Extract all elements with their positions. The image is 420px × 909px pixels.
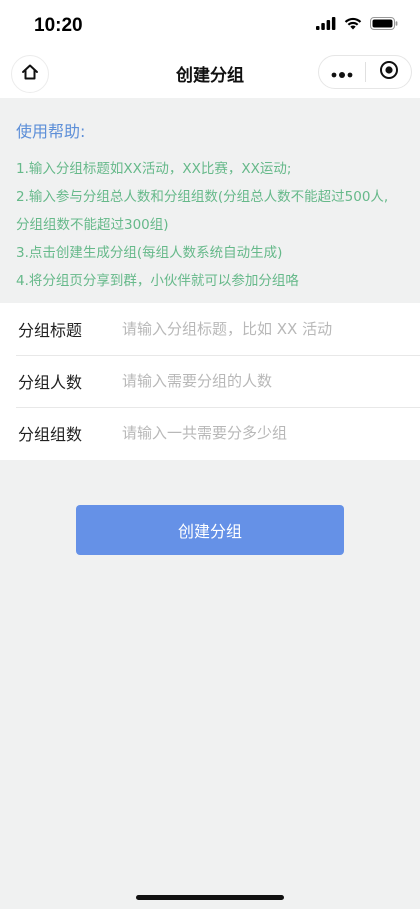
- wifi-icon: [344, 17, 362, 30]
- group-title-input[interactable]: [122, 314, 402, 344]
- form-row-title: 分组标题: [0, 303, 420, 355]
- nav-bar: 创建分组: [0, 50, 420, 98]
- group-count-input[interactable]: [122, 418, 402, 448]
- group-people-label: 分组人数: [18, 373, 83, 392]
- screen: 10:20 创建分组 使用帮助: 1.输入分组标题如XX活动，XX比赛，XX运动…: [0, 0, 420, 909]
- group-form: 分组标题 分组人数 分组组数: [0, 303, 420, 460]
- help-line: 分组组数不能超过300组): [16, 217, 169, 233]
- status-time: 10:20: [34, 15, 83, 36]
- status-bar: 10:20: [0, 0, 420, 50]
- home-indicator: [136, 895, 284, 900]
- help-section: 使用帮助: 1.输入分组标题如XX活动，XX比赛，XX运动; 2.输入参与分组总…: [16, 118, 411, 295]
- help-line: 4.将分组页分享到群，小伙伴就可以参加分组咯: [16, 273, 299, 289]
- create-group-button[interactable]: 创建分组: [76, 505, 344, 555]
- help-line: 1.输入分组标题如XX活动，XX比赛，XX运动;: [16, 161, 292, 177]
- mini-program-capsule: [318, 55, 412, 89]
- form-row-people: 分组人数: [0, 355, 420, 407]
- signal-icon: [316, 17, 336, 30]
- help-title: 使用帮助:: [16, 122, 86, 141]
- more-icon: [331, 63, 353, 82]
- close-mini-icon: [379, 60, 399, 84]
- more-button[interactable]: [319, 63, 365, 82]
- help-line: 3.点击创建生成分组(每组人数系统自动生成): [16, 245, 283, 261]
- group-people-input[interactable]: [122, 366, 402, 396]
- battery-icon: [370, 17, 398, 30]
- group-title-label: 分组标题: [18, 321, 83, 340]
- group-count-label: 分组组数: [18, 425, 83, 444]
- status-icons: [316, 17, 398, 30]
- help-line: 2.输入参与分组总人数和分组组数(分组总人数不能超过500人,: [16, 189, 389, 205]
- close-mini-program-button[interactable]: [366, 60, 411, 84]
- form-row-groups: 分组组数: [0, 407, 420, 459]
